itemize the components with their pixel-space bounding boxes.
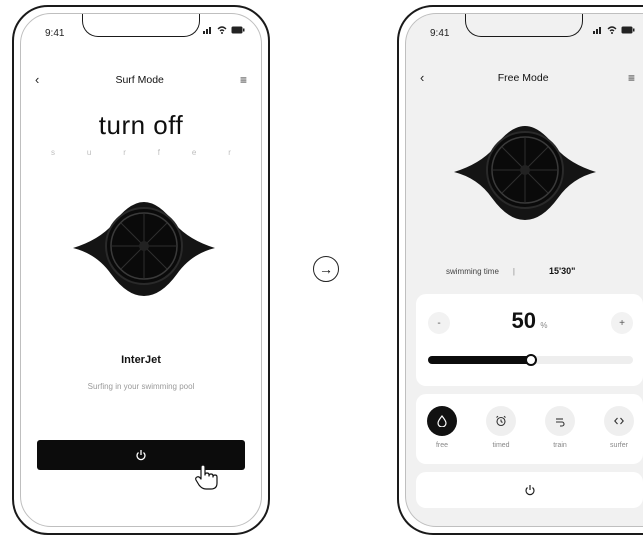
swim-time-value: 15'30" (548, 266, 576, 276)
mode-list: free timed train surfer (422, 406, 639, 449)
left-screen: 9:41 ‹ Surf Mode ≡ turn off s u r f e r (20, 13, 262, 527)
plus-label: + (619, 317, 625, 329)
speed-slider-fill (428, 356, 531, 364)
power-icon (524, 485, 535, 496)
nav-bar: ‹ Surf Mode ≡ (21, 72, 261, 87)
product-name: InterJet (121, 354, 161, 366)
hand-cursor-icon (195, 464, 218, 490)
back-button[interactable]: ‹ (406, 70, 424, 85)
wifi-icon (217, 26, 227, 34)
interjet-device-image (73, 202, 215, 296)
alarm-icon (496, 415, 506, 427)
nav-bar: ‹ Free Mode ≡ (406, 70, 643, 85)
notch (82, 14, 200, 37)
arrow-glyph: → (319, 261, 333, 277)
subtitle-letters: s u r f e r (21, 148, 261, 157)
speed-card: - 50 % + (416, 294, 643, 386)
wave-icon (556, 418, 565, 427)
letter: s (51, 148, 55, 157)
page-title: Surf Mode (115, 73, 164, 86)
mode-icon-wrap (604, 406, 634, 436)
mode-icon-wrap (486, 406, 516, 436)
interjet-device-image (454, 126, 596, 220)
signal-icon (593, 27, 601, 34)
mode-label: surfer (610, 442, 628, 449)
letter: r (228, 148, 231, 157)
speed-slider-thumb[interactable] (524, 354, 537, 366)
speed-readout: 50 % (416, 308, 643, 334)
speed-unit: % (540, 321, 548, 330)
battery-icon (621, 26, 635, 34)
status-icons (593, 26, 635, 34)
flow-arrow-icon: → (313, 256, 339, 282)
divider: | (512, 266, 515, 276)
letter: u (86, 148, 92, 157)
speed-slider-track[interactable] (428, 354, 633, 366)
letter: e (191, 148, 197, 157)
page-title: Free Mode (497, 71, 549, 84)
right-phone: 9:41 ‹ Free Mode ≡ swimming time | 15'30… (397, 5, 643, 535)
status-icons (203, 26, 245, 34)
drop-icon (437, 415, 447, 427)
mode-surfer[interactable]: surfer (599, 406, 639, 449)
swim-time-label: swimming time (446, 266, 499, 276)
increase-speed-button[interactable]: + (611, 312, 633, 334)
signal-icon (203, 27, 211, 34)
status-time: 9:41 (45, 28, 65, 39)
code-icon (614, 417, 624, 425)
headline: turn off (98, 110, 184, 140)
menu-button[interactable]: ≡ (628, 71, 643, 85)
letter: r (123, 148, 126, 157)
mode-label: train (553, 442, 567, 449)
mode-label: free (435, 442, 449, 449)
status-time: 9:41 (430, 28, 450, 39)
left-phone: 9:41 ‹ Surf Mode ≡ turn off s u r f e r (12, 5, 270, 535)
mode-train[interactable]: train (540, 406, 580, 449)
tagline: Surfing in your swimming pool (87, 382, 195, 391)
power-icon (136, 450, 146, 461)
back-button[interactable]: ‹ (21, 72, 39, 87)
right-screen: 9:41 ‹ Free Mode ≡ swimming time | 15'30… (405, 13, 643, 527)
mode-icon-wrap (427, 406, 457, 436)
mode-card: free timed train surfer (416, 394, 643, 464)
battery-icon (231, 26, 245, 34)
letter: f (157, 148, 161, 157)
wifi-icon (607, 26, 617, 34)
swimming-time-row: swimming time | 15'30" (446, 266, 623, 276)
power-card[interactable] (416, 472, 643, 508)
speed-value: 50 (511, 308, 536, 333)
mode-label: timed (492, 442, 510, 449)
mode-icon-wrap (545, 406, 575, 436)
notch (465, 14, 583, 37)
mode-free[interactable]: free (422, 406, 462, 449)
mode-timed[interactable]: timed (481, 406, 521, 449)
menu-button[interactable]: ≡ (240, 73, 261, 87)
